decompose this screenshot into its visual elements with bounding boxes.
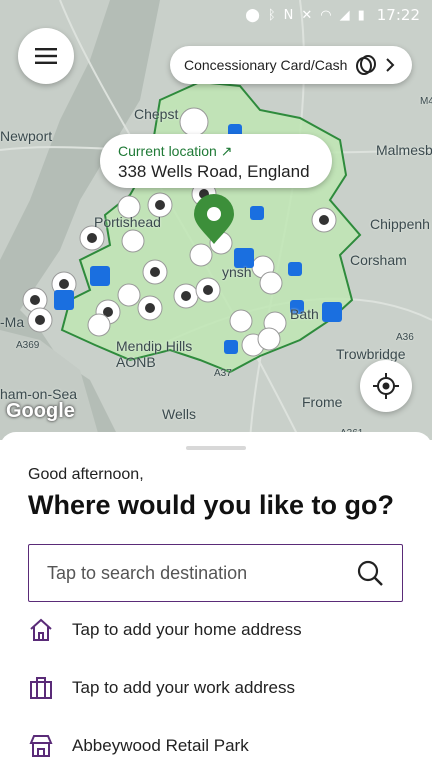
work-address-label: Tap to add your work address — [72, 678, 296, 697]
place-label: Portishead — [94, 214, 161, 230]
road-label: A37 — [214, 368, 232, 379]
nfc-icon: N — [283, 7, 294, 23]
sheet-drag-handle[interactable] — [186, 446, 246, 450]
place-label: Trowbridge — [336, 346, 406, 362]
home-address-label: Tap to add your home address — [72, 620, 302, 639]
greeting-text: Good afternoon, — [28, 466, 144, 483]
current-location-card[interactable]: Current location ↗ 338 Wells Road, Engla… — [100, 134, 332, 188]
signal-icon: ◢ — [339, 7, 350, 23]
add-home-address-row[interactable]: Tap to add your home address — [28, 610, 408, 650]
payment-method-selector[interactable]: Concessionary Card/Cash — [170, 46, 412, 84]
bottom-sheet[interactable]: Good afternoon, Where would you like to … — [0, 432, 432, 768]
saved-place-label: Abbeywood Retail Park — [72, 736, 249, 755]
locate-me-button[interactable] — [360, 360, 412, 412]
destination-search-field[interactable]: Tap to search destination — [28, 544, 403, 602]
current-location-address: 338 Wells Road, England — [118, 162, 310, 181]
wifi-icon: ◠ — [320, 7, 332, 23]
place-label: Mendip Hills AONB — [116, 338, 193, 370]
place-label: -Ma — [0, 314, 25, 330]
place-label: Chepst — [134, 106, 179, 122]
place-label: Wells — [162, 406, 196, 422]
menu-button[interactable] — [18, 28, 74, 84]
bluetooth-icon: ᛒ — [267, 7, 276, 23]
crosshair-icon — [373, 373, 399, 399]
payment-method-label: Concessionary Card/Cash — [184, 57, 348, 73]
status-bar: ⬤ ᛒ N ✕ ◠ ◢ ▮ 17:22 — [0, 0, 432, 30]
battery-icon: ▮ — [357, 7, 365, 23]
search-placeholder: Tap to search destination — [47, 562, 248, 583]
destination-heading: Where would you like to go? — [28, 490, 395, 520]
road-label: A36 — [396, 332, 414, 343]
home-icon — [30, 618, 52, 641]
mute-icon: ✕ — [301, 7, 313, 23]
briefcase-icon — [30, 677, 52, 699]
google-attribution: Google — [6, 400, 75, 422]
road-label: M4 — [420, 96, 432, 107]
place-label: Chippenh — [370, 216, 430, 232]
location-icon: ⬤ — [245, 7, 260, 23]
contactless-card-icon — [356, 55, 377, 75]
saved-place-row[interactable]: Abbeywood Retail Park — [28, 726, 408, 766]
hamburger-menu-icon — [35, 48, 57, 64]
place-label: Bath — [290, 306, 319, 322]
road-label: A369 — [16, 340, 40, 351]
place-label: ynsh — [222, 264, 252, 280]
place-label: Malmesb — [376, 142, 432, 158]
add-work-address-row[interactable]: Tap to add your work address — [28, 668, 408, 708]
status-time: 17:22 — [376, 6, 420, 24]
chevron-right-icon — [386, 58, 395, 72]
current-location-label: Current location ↗ — [118, 143, 233, 159]
place-label: Frome — [302, 394, 343, 410]
place-label: Newport — [0, 128, 53, 144]
place-label: Corsham — [350, 252, 407, 268]
search-icon — [357, 560, 383, 586]
store-icon — [29, 735, 53, 757]
